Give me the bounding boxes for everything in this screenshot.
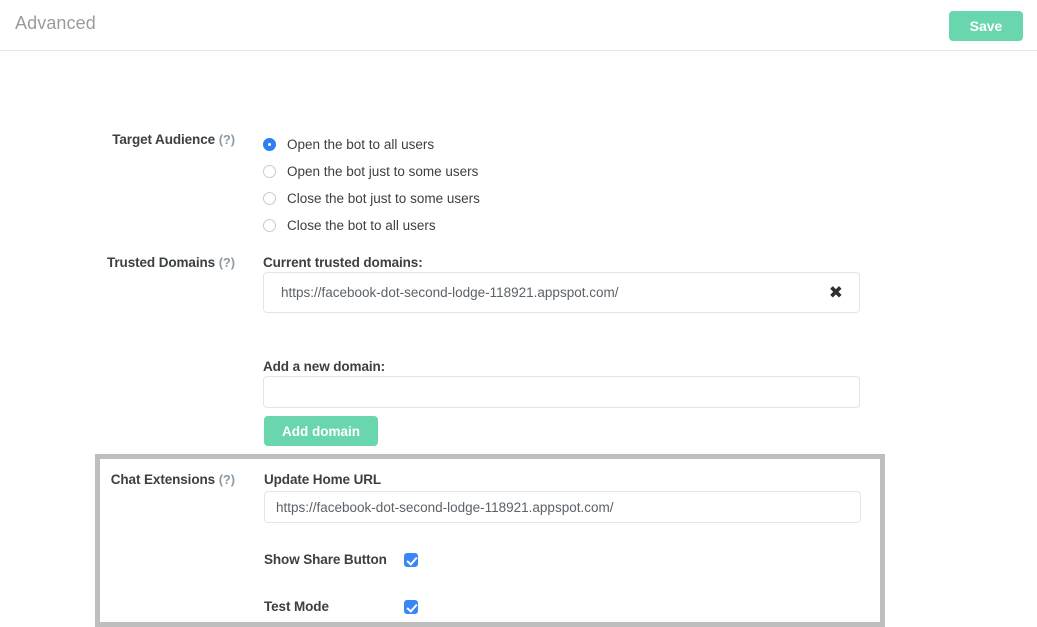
trusted-domains-label: Trusted Domains (?): [95, 255, 235, 270]
new-domain-input[interactable]: [263, 376, 860, 408]
radio-option-open-some[interactable]: Open the bot just to some users: [263, 158, 480, 185]
save-button[interactable]: Save: [949, 11, 1023, 41]
radio-label: Close the bot just to some users: [287, 191, 480, 206]
close-icon[interactable]: ✖: [829, 281, 843, 305]
add-new-domain-heading: Add a new domain:: [263, 359, 385, 374]
target-audience-label-text: Target Audience: [112, 132, 215, 147]
test-mode-label: Test Mode: [264, 599, 404, 614]
radio-option-open-all[interactable]: Open the bot to all users: [263, 131, 480, 158]
trusted-domain-item: https://facebook-dot-second-lodge-118921…: [263, 272, 860, 313]
radio-label: Close the bot to all users: [287, 218, 436, 233]
trusted-domain-url: https://facebook-dot-second-lodge-118921…: [281, 285, 618, 300]
radio-label: Open the bot to all users: [287, 137, 434, 152]
current-trusted-domains-heading: Current trusted domains:: [263, 255, 423, 270]
target-audience-label: Target Audience (?): [95, 132, 235, 147]
page-header: Advanced Save: [0, 0, 1037, 51]
help-icon[interactable]: (?): [219, 255, 235, 270]
checkbox-icon[interactable]: [404, 553, 418, 567]
radio-option-close-all[interactable]: Close the bot to all users: [263, 212, 480, 239]
radio-icon[interactable]: [263, 219, 276, 232]
radio-icon[interactable]: [263, 165, 276, 178]
trusted-domains-label-text: Trusted Domains: [107, 255, 215, 270]
chat-extensions-label: Chat Extensions (?): [95, 472, 235, 487]
home-url-input[interactable]: [264, 491, 861, 523]
help-icon[interactable]: (?): [219, 132, 235, 147]
radio-icon[interactable]: [263, 138, 276, 151]
target-audience-radio-group: Open the bot to all users Open the bot j…: [263, 131, 480, 239]
show-share-button-row[interactable]: Show Share Button: [264, 552, 418, 567]
page-title: Advanced: [15, 13, 96, 34]
show-share-button-label: Show Share Button: [264, 552, 404, 567]
help-icon[interactable]: (?): [219, 472, 235, 487]
checkbox-icon[interactable]: [404, 600, 418, 614]
radio-option-close-some[interactable]: Close the bot just to some users: [263, 185, 480, 212]
radio-icon[interactable]: [263, 192, 276, 205]
radio-label: Open the bot just to some users: [287, 164, 478, 179]
update-home-url-heading: Update Home URL: [264, 472, 381, 487]
test-mode-row[interactable]: Test Mode: [264, 599, 418, 614]
chat-extensions-label-text: Chat Extensions: [111, 472, 215, 487]
add-domain-button[interactable]: Add domain: [264, 416, 378, 446]
